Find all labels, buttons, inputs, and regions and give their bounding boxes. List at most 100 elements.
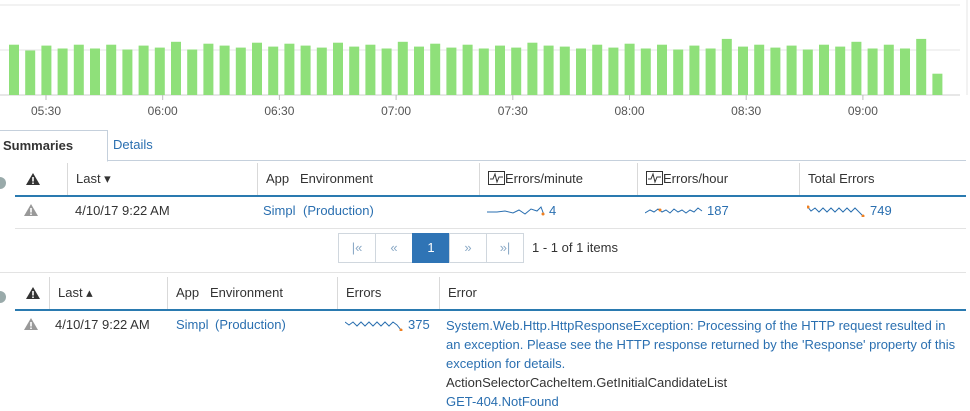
chart-bar <box>122 49 133 95</box>
warning-icon <box>26 287 40 299</box>
chart-bar <box>689 45 700 95</box>
chart-bar <box>559 46 570 95</box>
total-errors-value[interactable]: 749 <box>870 194 892 228</box>
errors-minute-value[interactable]: 4 <box>549 194 556 228</box>
chart-bar <box>673 49 684 95</box>
environment-link[interactable]: (Production) <box>303 194 374 228</box>
total-errors-column-header[interactable]: Total Errors <box>799 163 966 195</box>
chart-bar <box>268 46 279 95</box>
x-tick-label: 09:00 <box>848 104 878 118</box>
first-page-button[interactable]: |« <box>338 233 376 263</box>
page-1-button[interactable]: 1 <box>412 233 450 263</box>
chart-bar <box>867 48 878 95</box>
app-header-label: App <box>176 285 200 300</box>
app-environment-column-header[interactable]: App Environment <box>167 277 337 309</box>
chart-bar <box>446 47 457 95</box>
prev-page-button[interactable]: « <box>375 233 413 263</box>
chart-bar <box>414 46 424 95</box>
tab-summaries[interactable]: Summaries <box>0 130 108 162</box>
last-column-header[interactable]: Last ▴ <box>49 277 167 309</box>
errors-value[interactable]: 375 <box>408 308 430 342</box>
errors-sparkline <box>344 308 403 342</box>
errors-column-header[interactable]: Errors <box>337 277 439 309</box>
warning-icon <box>26 173 40 185</box>
chart-bar <box>932 73 943 95</box>
chart-bar <box>397 41 408 95</box>
x-tick-label: 06:30 <box>264 104 294 118</box>
errors-hour-sparkline <box>644 194 703 228</box>
app-environment-column-header[interactable]: App Environment <box>257 163 479 195</box>
chart-bar <box>430 43 441 95</box>
app-name-link[interactable]: Simpl <box>176 308 209 342</box>
last-column-header[interactable]: Last ▾ <box>67 163 257 195</box>
chart-bar <box>90 48 100 95</box>
error-column-header[interactable]: Error <box>439 277 966 309</box>
chart-bar <box>349 46 360 95</box>
app-name-link[interactable]: Simpl <box>263 194 296 228</box>
errors-hour-value[interactable]: 187 <box>707 194 729 228</box>
error-message-cell: System.Web.Http.HttpResponseException: P… <box>446 316 961 411</box>
errors-hour-header-label: Errors/hour <box>663 171 729 186</box>
environment-link[interactable]: (Production) <box>215 308 286 342</box>
side-marker-icon <box>0 291 6 303</box>
error-code-link[interactable]: GET-404.NotFound <box>446 392 961 411</box>
x-tick-label: 07:00 <box>381 104 411 118</box>
chart-bar <box>495 45 505 95</box>
chart-bar <box>916 38 927 95</box>
chart-bar <box>543 45 554 95</box>
warning-icon-cell <box>23 308 39 342</box>
severity-column-header <box>15 163 67 195</box>
chart-bar <box>41 45 52 95</box>
chart-bar <box>171 41 181 95</box>
warning-icon-cell <box>23 194 39 228</box>
error-histogram-chart: 05:30 06:00 06:30 07:00 07:30 08:00 08:30 09:00 <box>0 0 968 118</box>
chart-bar <box>25 50 36 95</box>
errors-hour-column-header[interactable]: Errors/hour <box>637 163 799 195</box>
side-marker-icon <box>0 177 6 189</box>
chart-bar <box>316 47 327 95</box>
chart-bar <box>851 41 862 95</box>
chart-bar <box>365 44 376 95</box>
error-message-link[interactable]: System.Web.Http.HttpResponseException: P… <box>446 316 961 373</box>
errors-minute-column-header[interactable]: Errors/minute <box>479 163 637 195</box>
chart-bar <box>187 49 198 95</box>
total-errors-sparkline <box>806 194 865 228</box>
bar-series <box>9 38 943 95</box>
chart-bar <box>138 45 149 95</box>
error-method: ActionSelectorCacheItem.GetInitialCandid… <box>446 375 728 390</box>
summary-table-row[interactable]: 4/10/17 9:22 AM Simpl (Production) 4 187… <box>15 194 966 228</box>
x-axis-ticks: 05:30 06:00 06:30 07:00 07:30 08:00 08:30 09:00 <box>31 95 878 118</box>
sparkline-icon <box>488 171 505 185</box>
errors-minute-header-label: Errors/minute <box>505 171 584 186</box>
detail-table-header: Last ▴ App Environment Errors Error <box>15 277 966 311</box>
chart-bar <box>770 47 781 95</box>
chart-bar <box>721 38 732 95</box>
chart-bar <box>219 45 230 95</box>
chart-bar <box>786 45 797 95</box>
summary-table-header: Last ▾ App Environment Errors/minute Err… <box>15 163 966 197</box>
tab-details[interactable]: Details <box>103 130 163 160</box>
chart-bar <box>738 46 748 95</box>
detail-table-row[interactable]: 4/10/17 9:22 AM Simpl (Production) 375 <box>15 308 445 342</box>
last-occurrence: 4/10/17 9:22 AM <box>55 317 150 332</box>
chart-bar <box>705 48 716 95</box>
next-page-button[interactable]: » <box>449 233 487 263</box>
chart-bar <box>154 47 165 95</box>
chart-bar <box>9 44 19 95</box>
pagination: |« « 1 » »| <box>338 233 524 263</box>
row-divider <box>15 228 966 229</box>
chart-bar <box>576 48 586 95</box>
chart-bar <box>511 47 522 95</box>
chart-bar <box>657 44 667 95</box>
app-header-label: App <box>266 171 290 186</box>
chart-bar <box>203 43 214 95</box>
environment-header-label: Environment <box>209 285 283 300</box>
chart-bar <box>57 48 68 95</box>
last-occurrence: 4/10/17 9:22 AM <box>75 203 170 218</box>
last-page-button[interactable]: »| <box>486 233 524 263</box>
chart-bar <box>900 48 910 95</box>
chart-bar <box>835 46 846 95</box>
warning-icon <box>24 204 38 216</box>
chart-bar <box>478 48 489 95</box>
environment-header-label: Environment <box>299 171 373 186</box>
